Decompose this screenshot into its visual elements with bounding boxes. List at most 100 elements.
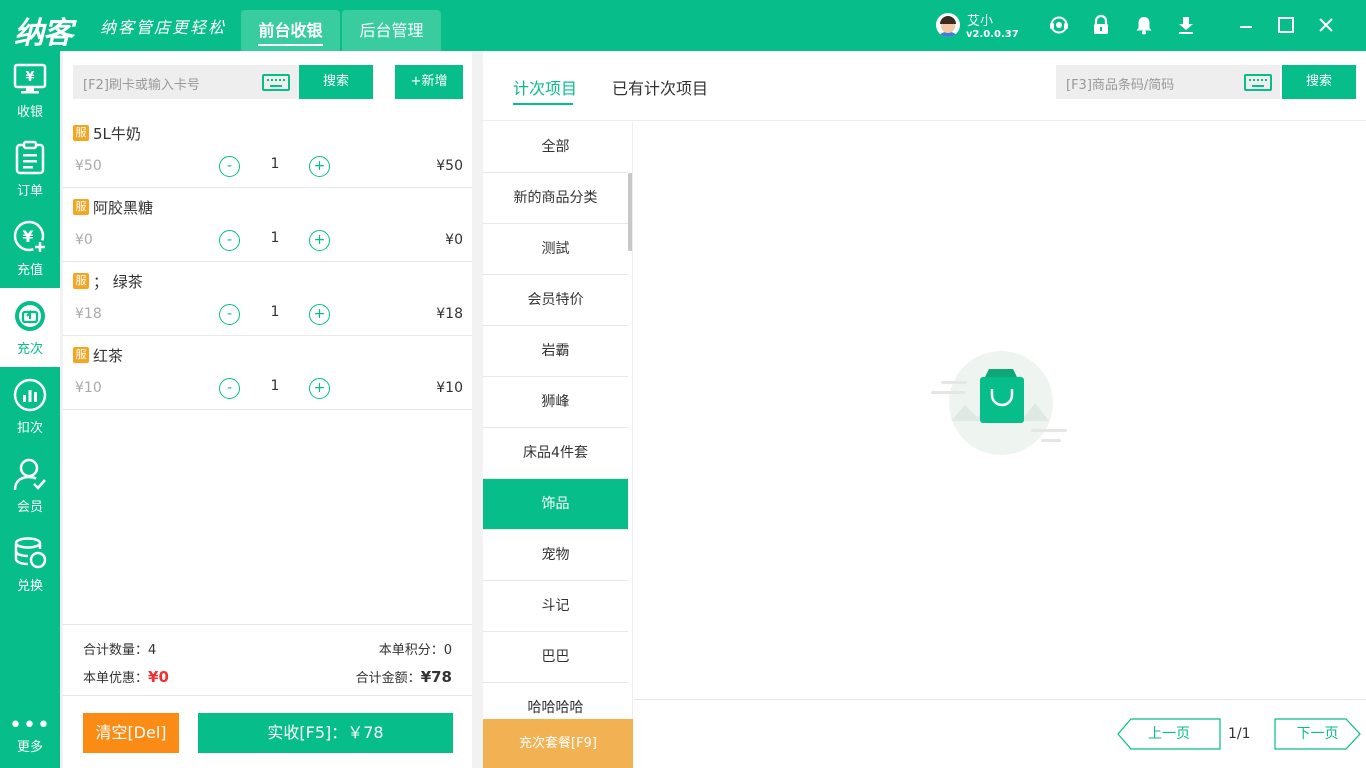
category-item[interactable]: 床品4件套	[483, 428, 628, 479]
recharge-icon: ¥	[12, 219, 48, 255]
category-item[interactable]: 测試	[483, 224, 628, 275]
tab-count-items[interactable]: 计次项目	[513, 75, 577, 99]
category-item[interactable]: 会员特价	[483, 275, 628, 326]
points-value: 0	[443, 643, 452, 658]
increase-button[interactable]: +	[309, 304, 330, 325]
clear-button[interactable]: 清空[Del]	[83, 713, 179, 753]
category-item[interactable]: 岩霸	[483, 326, 628, 377]
bell-icon[interactable]	[1133, 14, 1155, 36]
category-item[interactable]: 巴巴	[483, 632, 628, 683]
times-recharge-icon	[12, 298, 48, 334]
category-item[interactable]: 狮峰	[483, 377, 628, 428]
left-sidebar: ¥ 收银 订单 ¥ 充值 充次 扣次 会员 兑换 ••• 更多	[0, 51, 60, 768]
category-scrollbar[interactable]	[628, 173, 632, 251]
product-search-placeholder: [F3]商品条码/简码	[1066, 78, 1175, 93]
discount-value: ¥0	[148, 668, 169, 686]
main-panel: 计次项目 已有计次项目 [F3]商品条码/简码 搜索 全部 新的商品分类 测試 …	[483, 51, 1366, 768]
total-qty: 合计数量：4	[83, 639, 156, 658]
sidebar-item-times-recharge[interactable]: 充次	[0, 288, 60, 367]
total-amount: 合计金额：¥78	[356, 667, 452, 686]
prev-page-button[interactable]: 上一页	[1117, 718, 1221, 750]
card-search-input[interactable]: [F2]刷卡或输入卡号	[73, 65, 299, 99]
decrease-button[interactable]: -	[219, 156, 240, 177]
minimize-icon[interactable]	[1235, 14, 1257, 36]
category-item-active[interactable]: 饰品	[483, 479, 628, 530]
maximize-icon[interactable]	[1275, 14, 1297, 36]
increase-button[interactable]: +	[309, 230, 330, 251]
item-total: ¥18	[436, 306, 463, 322]
cart-summary: 合计数量：4 本单积分：0 本单优惠：¥0 合计金额：¥78	[63, 624, 472, 696]
cart-item[interactable]: 服 阿胶黑糖 ¥0 - 1 + ¥0	[63, 188, 472, 262]
sidebar-item-label: 兑换	[16, 579, 43, 594]
top-bar: 纳客 纳客管店更轻松 前台收银 后台管理 艾小 v2.0.0.37	[0, 0, 1366, 51]
exchange-icon	[12, 535, 48, 571]
item-qty: 1	[270, 156, 280, 172]
sidebar-item-member[interactable]: 会员	[0, 446, 60, 525]
category-item[interactable]: 全部	[483, 122, 628, 173]
category-item[interactable]: 新的商品分类	[483, 173, 628, 224]
sidebar-item-more[interactable]: ••• 更多	[0, 713, 60, 768]
headset-icon[interactable]	[1048, 14, 1070, 36]
decrease-button[interactable]: -	[219, 304, 240, 325]
sidebar-item-label: 更多	[16, 740, 43, 755]
app-logo: 纳客	[14, 16, 73, 51]
item-name: 5L牛奶	[93, 125, 141, 143]
tab-front-cashier[interactable]: 前台收银	[241, 10, 340, 51]
decrease-button[interactable]: -	[219, 230, 240, 251]
sidebar-item-recharge[interactable]: ¥ 充值	[0, 209, 60, 288]
app-slogan: 纳客管店更轻松	[100, 18, 227, 37]
package-button[interactable]: 充次套餐[F9]	[483, 719, 633, 768]
decrease-button[interactable]: -	[219, 378, 240, 399]
cart-item[interactable]: 服 5L牛奶 ¥50 - 1 + ¥50	[63, 114, 472, 188]
keyboard-icon[interactable]	[1244, 74, 1272, 91]
download-icon[interactable]	[1175, 14, 1197, 36]
sidebar-item-deduct[interactable]: 扣次	[0, 367, 60, 446]
increase-button[interactable]: +	[309, 378, 330, 399]
close-icon[interactable]	[1315, 14, 1337, 36]
discount-label: 本单优惠：	[83, 671, 149, 686]
cart-panel: [F2]刷卡或输入卡号 搜索 +新增 服 5L牛奶 ¥50 - 1 + ¥50 …	[63, 51, 472, 768]
service-tag: 服	[73, 125, 89, 141]
avatar	[936, 13, 960, 37]
tab-label: 后台管理	[359, 21, 424, 40]
increase-button[interactable]: +	[309, 156, 330, 177]
app-version: v2.0.0.37	[966, 29, 1019, 40]
item-name: 红茶	[93, 347, 124, 365]
keyboard-icon[interactable]	[262, 74, 290, 91]
category-item[interactable]: 宠物	[483, 530, 628, 581]
sidebar-item-cashier[interactable]: ¥ 收银	[0, 51, 60, 130]
item-total: ¥0	[445, 232, 463, 248]
sidebar-item-label: 充值	[16, 263, 43, 278]
more-icon: •••	[9, 713, 51, 738]
item-qty: 1	[270, 378, 280, 394]
card-search-button[interactable]: 搜索	[299, 65, 373, 99]
active-tab-indicator	[513, 103, 573, 105]
item-qty: 1	[270, 304, 280, 320]
pay-button[interactable]: 实收[F5]：￥78	[198, 713, 453, 753]
lock-icon[interactable]	[1090, 14, 1112, 36]
sidebar-item-exchange[interactable]: 兑换	[0, 525, 60, 604]
sidebar-item-label: 充次	[16, 342, 43, 357]
amount-value: ¥78	[420, 668, 452, 686]
total-qty-value: 4	[148, 643, 157, 658]
add-button[interactable]: +新增	[395, 65, 463, 99]
cart-item[interactable]: 服 红茶 ¥10 - 1 + ¥10	[63, 336, 472, 410]
sidebar-item-orders[interactable]: 订单	[0, 130, 60, 209]
item-total: ¥50	[436, 158, 463, 174]
cart-item[interactable]: 服 ； 绿茶 ¥18 - 1 + ¥18	[63, 262, 472, 336]
svg-text:¥: ¥	[22, 227, 33, 246]
category-item[interactable]: 斗记	[483, 581, 628, 632]
page-indicator: 1/1	[1228, 726, 1251, 742]
order-points: 本单积分：0	[379, 639, 452, 658]
next-page-button[interactable]: 下一页	[1274, 718, 1361, 750]
amount-label: 合计金额：	[355, 671, 421, 686]
sidebar-item-label: 订单	[16, 184, 43, 199]
tab-existing-count-items[interactable]: 已有计次项目	[612, 75, 708, 99]
product-search-input[interactable]: [F3]商品条码/简码	[1056, 65, 1280, 99]
member-icon	[12, 456, 48, 492]
item-price: ¥0	[75, 232, 93, 248]
cashier-icon: ¥	[12, 61, 48, 97]
product-search-button[interactable]: 搜索	[1282, 65, 1356, 99]
next-page-label: 下一页	[1296, 726, 1339, 742]
tab-backend-admin[interactable]: 后台管理	[342, 10, 441, 51]
